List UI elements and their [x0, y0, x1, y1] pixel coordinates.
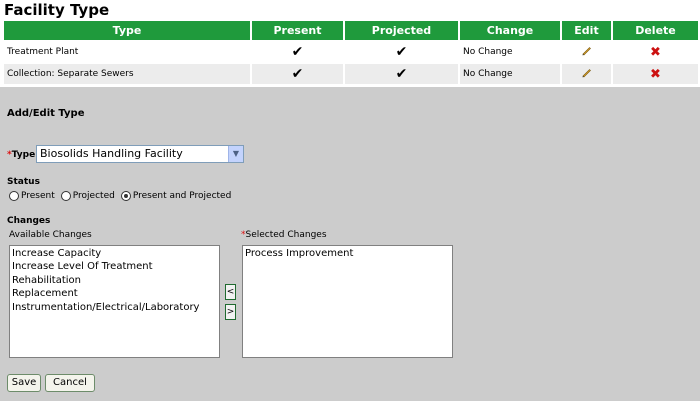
save-button[interactable]: Save — [7, 374, 41, 392]
col-delete: Delete — [613, 21, 698, 42]
page-title: Facility Type — [4, 1, 110, 19]
cell-delete: ✖ — [613, 42, 698, 64]
facility-type-table: Type Present Projected Change Edit Delet… — [2, 21, 700, 86]
panel-title: Add/Edit Type — [7, 108, 85, 119]
check-icon: ✔ — [395, 66, 408, 82]
selected-changes-list[interactable]: Process Improvement — [242, 245, 453, 358]
pencil-icon[interactable] — [581, 45, 592, 56]
col-projected: Projected — [345, 21, 458, 42]
list-item[interactable]: Rehabilitation — [12, 274, 217, 287]
list-item[interactable]: Replacement — [12, 287, 217, 300]
available-changes-list[interactable]: Increase Capacity Increase Level Of Trea… — [9, 245, 220, 358]
cell-present: ✔ — [252, 42, 343, 64]
col-type: Type — [4, 21, 250, 42]
list-item[interactable]: Increase Level Of Treatment — [12, 260, 217, 273]
type-select-value: Biosolids Handling Facility — [40, 147, 183, 160]
cell-edit — [562, 42, 611, 64]
col-change: Change — [460, 21, 560, 42]
cell-change: No Change — [460, 64, 560, 86]
check-icon: ✔ — [291, 44, 304, 60]
cell-present: ✔ — [252, 64, 343, 86]
table-row: Treatment Plant ✔ ✔ No Change ✖ — [4, 42, 698, 64]
status-radio-group: Present Projected Present and Projected — [9, 191, 237, 201]
check-icon: ✔ — [395, 44, 408, 60]
status-option-present-and-projected[interactable]: Present and Projected — [120, 191, 231, 201]
list-item[interactable]: Increase Capacity — [12, 247, 217, 260]
status-option-projected[interactable]: Projected — [60, 191, 115, 201]
cell-delete: ✖ — [613, 64, 698, 86]
type-label: *Type — [7, 150, 36, 160]
cell-projected: ✔ — [345, 42, 458, 64]
col-present: Present — [252, 21, 343, 42]
cancel-button[interactable]: Cancel — [45, 374, 95, 392]
selected-changes-label: *Selected Changes — [241, 230, 327, 240]
col-edit: Edit — [562, 21, 611, 42]
status-option-present[interactable]: Present — [9, 191, 55, 201]
delete-x-icon[interactable]: ✖ — [650, 67, 661, 82]
radio-button[interactable] — [60, 191, 71, 201]
move-left-button[interactable]: < — [225, 284, 236, 300]
radio-button[interactable] — [9, 191, 19, 201]
radio-button-selected[interactable] — [120, 191, 131, 201]
cell-projected: ✔ — [345, 64, 458, 86]
add-edit-panel: Add/Edit Type *Type Biosolids Handling F… — [0, 87, 700, 401]
changes-label: Changes — [7, 216, 51, 226]
cell-type: Treatment Plant — [4, 42, 250, 64]
chevron-down-icon[interactable]: ▼ — [228, 146, 243, 162]
check-icon: ✔ — [291, 66, 304, 82]
table-row: Collection: Separate Sewers ✔ ✔ No Chang… — [4, 64, 698, 86]
available-changes-label: Available Changes — [9, 230, 92, 240]
list-item[interactable]: Instrumentation/Electrical/Laboratory — [12, 301, 217, 314]
status-label: Status — [7, 177, 40, 187]
cell-type: Collection: Separate Sewers — [4, 64, 250, 86]
table-header-row: Type Present Projected Change Edit Delet… — [4, 21, 698, 42]
move-right-button[interactable]: > — [225, 304, 236, 320]
pencil-icon[interactable] — [581, 67, 592, 78]
cell-edit — [562, 64, 611, 86]
type-select[interactable]: Biosolids Handling Facility ▼ — [36, 145, 244, 163]
delete-x-icon[interactable]: ✖ — [650, 45, 661, 60]
list-item[interactable]: Process Improvement — [245, 247, 450, 260]
cell-change: No Change — [460, 42, 560, 64]
